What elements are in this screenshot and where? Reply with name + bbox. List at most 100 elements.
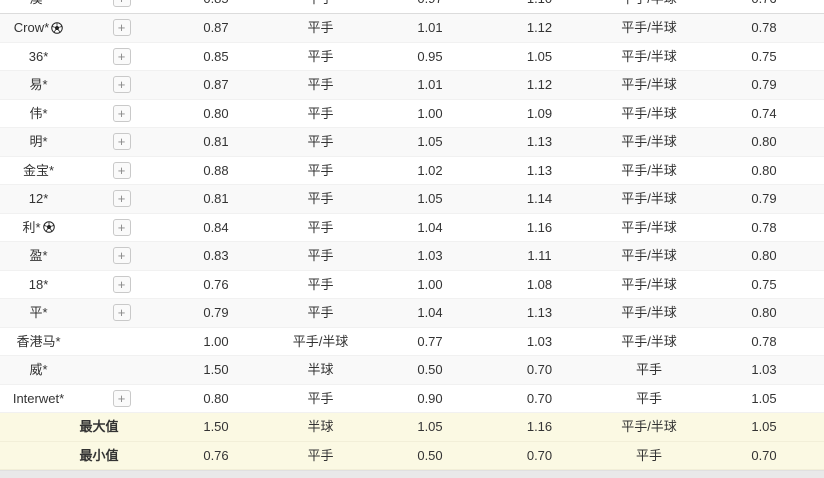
- table-row: 18* + 0.76 平手 1.00 1.08 平手/半球 0.75: [0, 271, 824, 300]
- odds-value: 1.05: [375, 420, 485, 433]
- add-odds-button[interactable]: +: [113, 0, 131, 7]
- odds-value: 0.70: [485, 449, 594, 462]
- odds-value: 1.14: [485, 192, 594, 205]
- odds-value: 0.75: [704, 278, 824, 291]
- add-odds-button[interactable]: +: [113, 133, 131, 150]
- odds-value: 0.83: [166, 249, 266, 262]
- handicap-value: 平手/半球: [594, 221, 704, 234]
- add-odds-cell: +: [77, 247, 166, 264]
- bookmaker-name: 易*: [29, 78, 47, 91]
- table-row: 香港马* 1.00 平手/半球 0.77 1.03 平手/半球 0.78: [0, 328, 824, 357]
- soccer-ball-icon: [43, 221, 55, 233]
- add-odds-button[interactable]: +: [113, 19, 131, 36]
- bookmaker-cell: Crow*: [0, 21, 77, 34]
- odds-value: 1.13: [485, 135, 594, 148]
- handicap-value: 平手: [266, 221, 375, 234]
- add-odds-cell: +: [77, 76, 166, 93]
- handicap-value: 平手: [266, 21, 375, 34]
- add-odds-button[interactable]: +: [113, 304, 131, 321]
- bookmaker-cell: 明*: [0, 135, 77, 148]
- add-odds-button[interactable]: +: [113, 219, 131, 236]
- handicap-value: 平手: [594, 363, 704, 376]
- odds-value: 0.81: [166, 192, 266, 205]
- add-odds-cell: +: [77, 162, 166, 179]
- handicap-value: 平手/半球: [594, 164, 704, 177]
- odds-value: 0.78: [704, 221, 824, 234]
- horizontal-scrollbar[interactable]: [0, 470, 824, 478]
- clipped-top-row: 澳* + 0.85 平手 0.97 1.10 平手/半球 0.76: [0, 0, 824, 14]
- handicap-value: 平手/半球: [594, 50, 704, 63]
- add-odds-button[interactable]: +: [113, 162, 131, 179]
- table-row: 平* + 0.79 平手 1.04 1.13 平手/半球 0.80: [0, 299, 824, 328]
- odds-value: 1.05: [485, 50, 594, 63]
- add-odds-button[interactable]: +: [113, 247, 131, 264]
- add-odds-button[interactable]: +: [113, 190, 131, 207]
- bookmaker-name: Interwet*: [13, 392, 64, 405]
- odds-table: 澳* + 0.85 平手 0.97 1.10 平手/半球 0.76 Crow* …: [0, 0, 824, 478]
- bookmaker-name: 香港马*: [16, 335, 60, 348]
- summary-label: 最大值: [0, 420, 166, 433]
- add-odds-cell: +: [77, 19, 166, 36]
- odds-value: 1.04: [375, 306, 485, 319]
- handicap-value: 平手: [266, 164, 375, 177]
- bookmaker-name: Crow*: [14, 21, 49, 34]
- add-odds-button[interactable]: +: [113, 48, 131, 65]
- table-row: 伟* + 0.80 平手 1.00 1.09 平手/半球 0.74: [0, 100, 824, 129]
- odds-value: 1.50: [166, 420, 266, 433]
- bookmaker-name: 最大值: [79, 420, 118, 433]
- table-row: 最小值 0.76 平手 0.50 0.70 平手 0.70: [0, 442, 824, 471]
- bookmaker-cell: 36*: [0, 50, 77, 63]
- odds-value: 1.03: [485, 335, 594, 348]
- odds-value: 0.88: [166, 164, 266, 177]
- add-odds-cell: +: [77, 390, 166, 407]
- bookmaker-cell: 香港马*: [0, 335, 77, 348]
- odds-value: 0.78: [704, 335, 824, 348]
- bookmaker-name: 12*: [29, 192, 49, 205]
- add-odds-button[interactable]: +: [113, 76, 131, 93]
- handicap-value: 平手/半球: [594, 335, 704, 348]
- odds-value: 0.80: [704, 164, 824, 177]
- odds-table-body: 澳* + 0.85 平手 0.97 1.10 平手/半球 0.76 Crow* …: [0, 0, 824, 470]
- odds-value: 1.12: [485, 21, 594, 34]
- handicap-value: 平手/半球: [594, 135, 704, 148]
- table-row: 明* + 0.81 平手 1.05 1.13 平手/半球 0.80: [0, 128, 824, 157]
- handicap-value: 平手: [594, 392, 704, 405]
- bookmaker-name: 平*: [29, 306, 47, 319]
- odds-value: 0.74: [704, 107, 824, 120]
- add-odds-button[interactable]: +: [113, 276, 131, 293]
- handicap-value: 平手/半球: [594, 107, 704, 120]
- add-odds-button[interactable]: +: [113, 105, 131, 122]
- bookmaker-cell: Interwet*: [0, 392, 77, 405]
- odds-value: 1.11: [485, 249, 594, 262]
- handicap-value: 平手/半球: [594, 249, 704, 262]
- odds-value: 0.70: [704, 449, 824, 462]
- odds-value: 1.01: [375, 21, 485, 34]
- handicap-value: 平手/半球: [594, 78, 704, 91]
- add-odds-cell: +: [77, 48, 166, 65]
- summary-label: 最小值: [0, 449, 166, 462]
- odds-value: 1.02: [375, 164, 485, 177]
- odds-value: 0.81: [166, 135, 266, 148]
- handicap-value: 平手: [266, 0, 375, 5]
- bookmaker-cell: 澳*: [0, 0, 77, 5]
- odds-value: 1.16: [485, 420, 594, 433]
- handicap-value: 平手: [594, 449, 704, 462]
- odds-value: 0.76: [166, 449, 266, 462]
- handicap-value: 平手/半球: [594, 306, 704, 319]
- bookmaker-name: 澳*: [29, 0, 47, 5]
- bookmaker-name: 18*: [29, 278, 49, 291]
- bookmaker-cell: 易*: [0, 78, 77, 91]
- handicap-value: 平手/半球: [594, 192, 704, 205]
- add-odds-cell: +: [77, 190, 166, 207]
- odds-value: 0.97: [375, 0, 485, 5]
- odds-value: 1.05: [375, 135, 485, 148]
- bookmaker-cell: 金宝*: [0, 164, 77, 177]
- bookmaker-name: 伟*: [29, 107, 47, 120]
- add-odds-button[interactable]: +: [113, 390, 131, 407]
- odds-value: 0.85: [166, 0, 266, 5]
- handicap-value: 平手/半球: [594, 21, 704, 34]
- odds-value: 0.50: [375, 363, 485, 376]
- odds-value: 0.80: [166, 392, 266, 405]
- handicap-value: 半球: [266, 420, 375, 433]
- odds-value: 0.84: [166, 221, 266, 234]
